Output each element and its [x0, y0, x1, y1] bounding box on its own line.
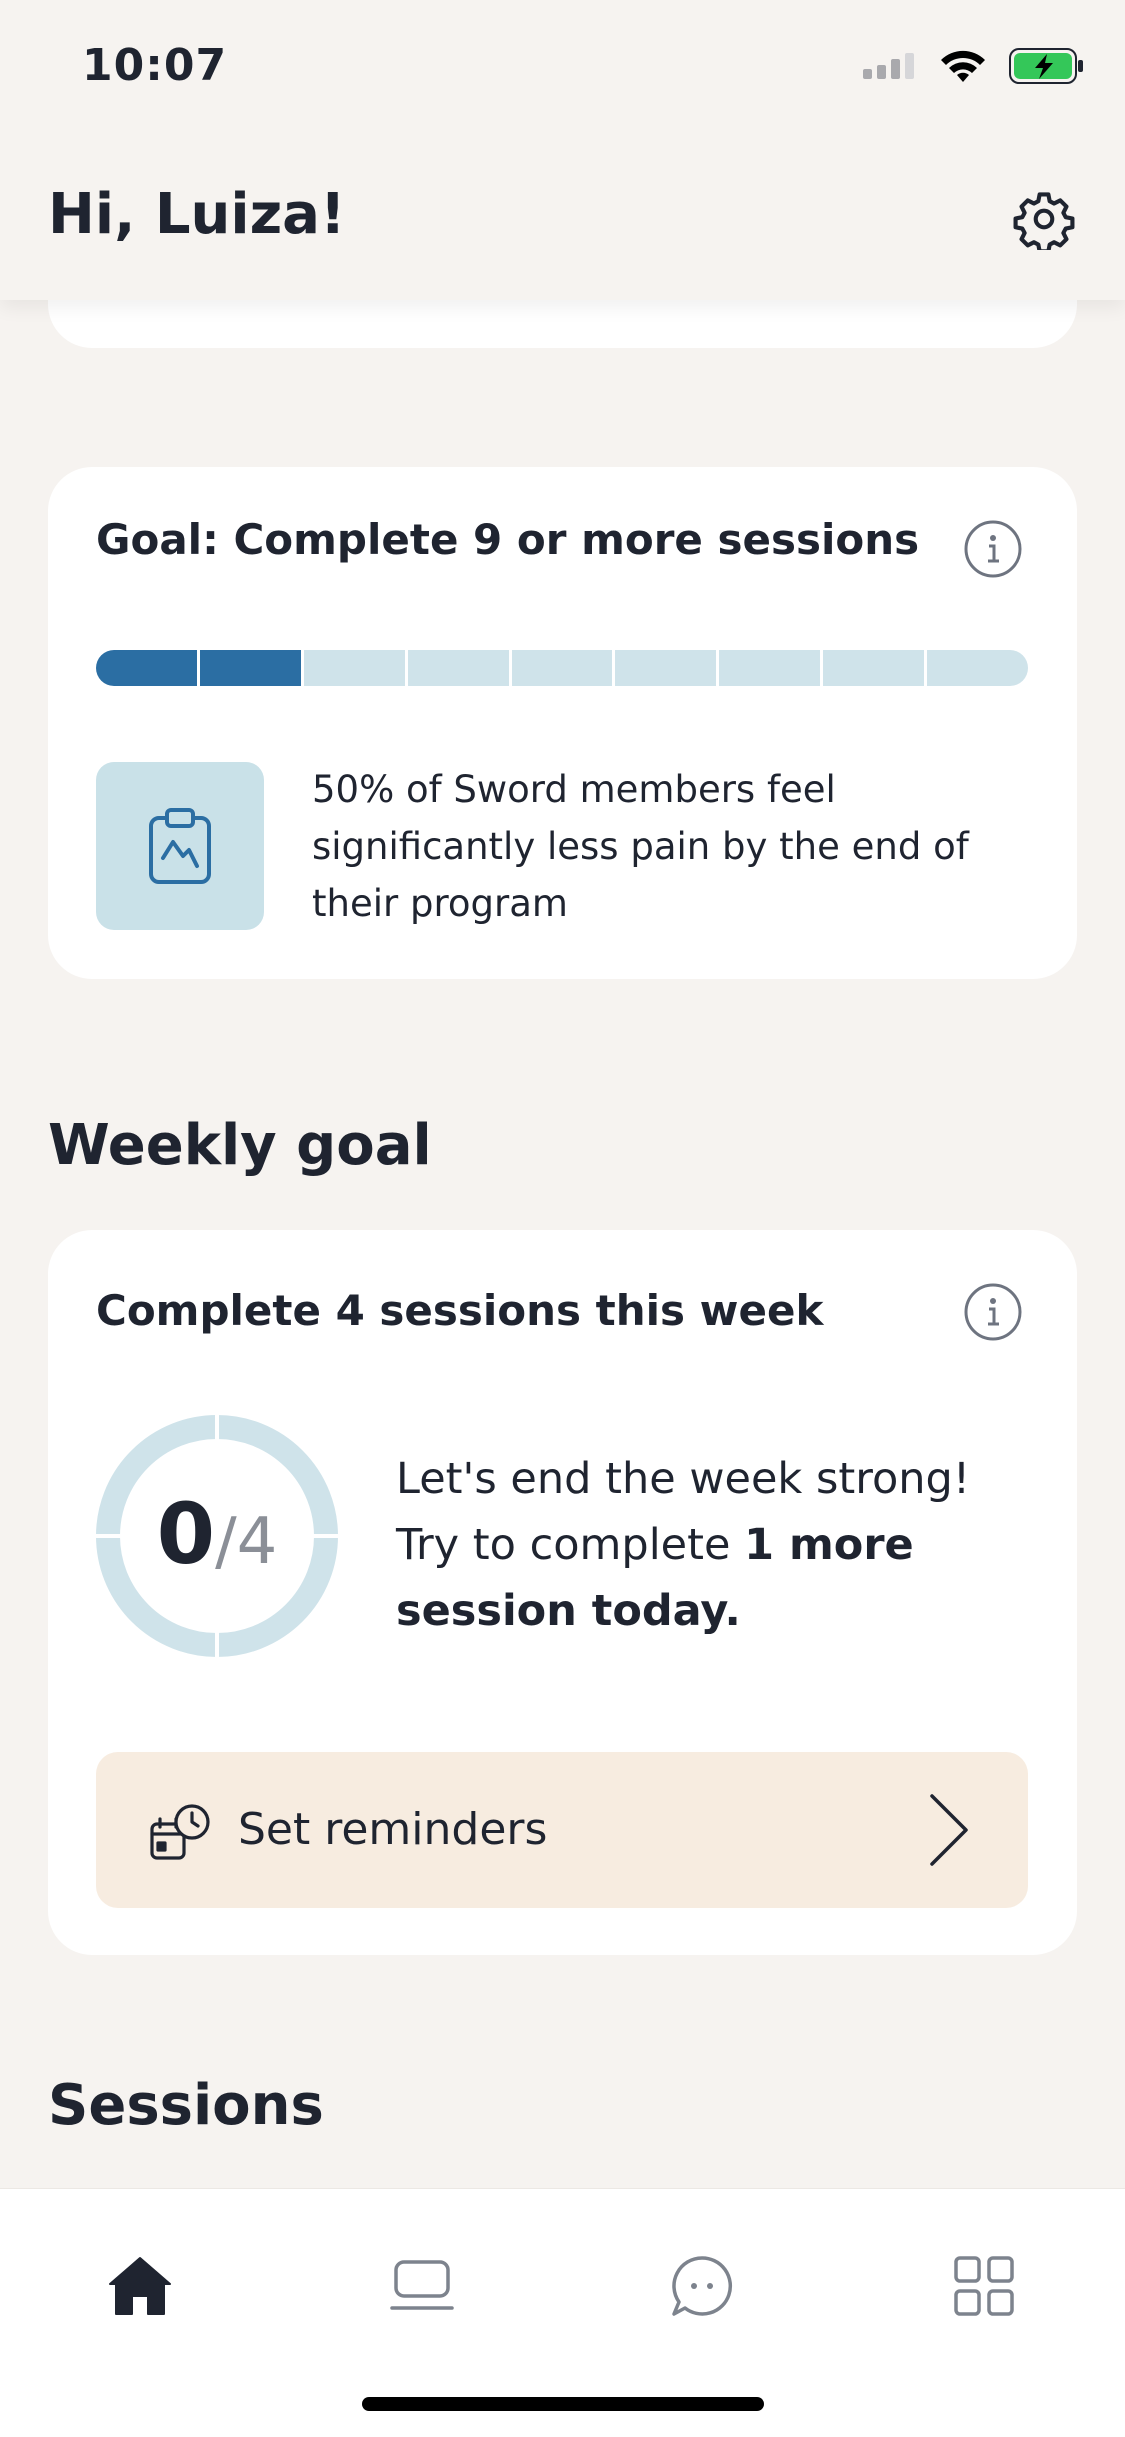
chat-icon	[672, 2256, 733, 2316]
progress-segment	[303, 650, 405, 686]
progress-segment	[511, 650, 613, 686]
set-reminders-label: Set reminders	[238, 1804, 548, 1855]
program-goal-card: Goal: Complete 9 or more sessions 50% of…	[48, 467, 1077, 979]
sessions-heading: Sessions	[48, 2073, 324, 2138]
progress-segment	[199, 650, 301, 686]
progress-segment	[719, 650, 821, 686]
sessions-done: 0	[156, 1485, 216, 1583]
progress-segment	[823, 650, 925, 686]
calendar-clock-icon	[150, 1804, 210, 1860]
weekly-goal-card: Complete 4 sessions this week 0/4 Let's …	[48, 1230, 1077, 1955]
gear-icon	[1013, 192, 1075, 254]
weekly-goal-heading: Weekly goal	[48, 1113, 432, 1178]
info-icon	[964, 520, 1022, 578]
weekly-progress-ring: 0/4	[96, 1415, 338, 1657]
status-time: 10:07	[82, 40, 228, 91]
tab-chat[interactable]	[642, 2231, 762, 2341]
sessions-target: /4	[215, 1505, 278, 1579]
program-goal-info-button[interactable]	[963, 519, 1023, 579]
program-goal-title: Goal: Complete 9 or more sessions	[96, 515, 920, 564]
progress-segment	[407, 650, 509, 686]
status-bar: 10:07	[0, 0, 1125, 140]
info-icon	[964, 1283, 1022, 1341]
program-progress-bar	[96, 650, 1028, 686]
status-icons	[863, 48, 1085, 84]
battery-charging-icon	[1009, 48, 1083, 84]
app-header: Hi, Luiza!	[0, 140, 1125, 300]
set-reminders-button[interactable]: Set reminders	[96, 1752, 1028, 1908]
session-count: 0/4	[96, 1415, 338, 1657]
tab-sessions[interactable]	[362, 2231, 482, 2341]
sessions-icon	[390, 2260, 454, 2310]
tab-home[interactable]	[80, 2231, 200, 2341]
weekly-message: Let's end the week strong! Try to comple…	[396, 1446, 1036, 1644]
stat-text: 50% of Sword members feel significantly …	[312, 768, 969, 925]
wifi-icon	[941, 50, 985, 82]
weekly-goal-info-button[interactable]	[963, 1282, 1023, 1342]
greeting-title: Hi, Luiza!	[48, 182, 346, 247]
stat-tile	[96, 762, 264, 930]
progress-segment	[927, 650, 1028, 686]
weekly-goal-title: Complete 4 sessions this week	[96, 1286, 824, 1335]
home-icon	[109, 2257, 171, 2315]
clipboard-chart-icon	[149, 808, 211, 884]
progress-segment	[96, 650, 197, 686]
progress-segment	[615, 650, 717, 686]
chevron-right-icon	[930, 1794, 968, 1866]
cellular-signal-icon	[863, 53, 914, 79]
home-indicator	[362, 2397, 764, 2411]
settings-button[interactable]	[1013, 188, 1075, 254]
menu-grid-icon	[954, 2256, 1014, 2316]
tab-more[interactable]	[924, 2231, 1044, 2341]
